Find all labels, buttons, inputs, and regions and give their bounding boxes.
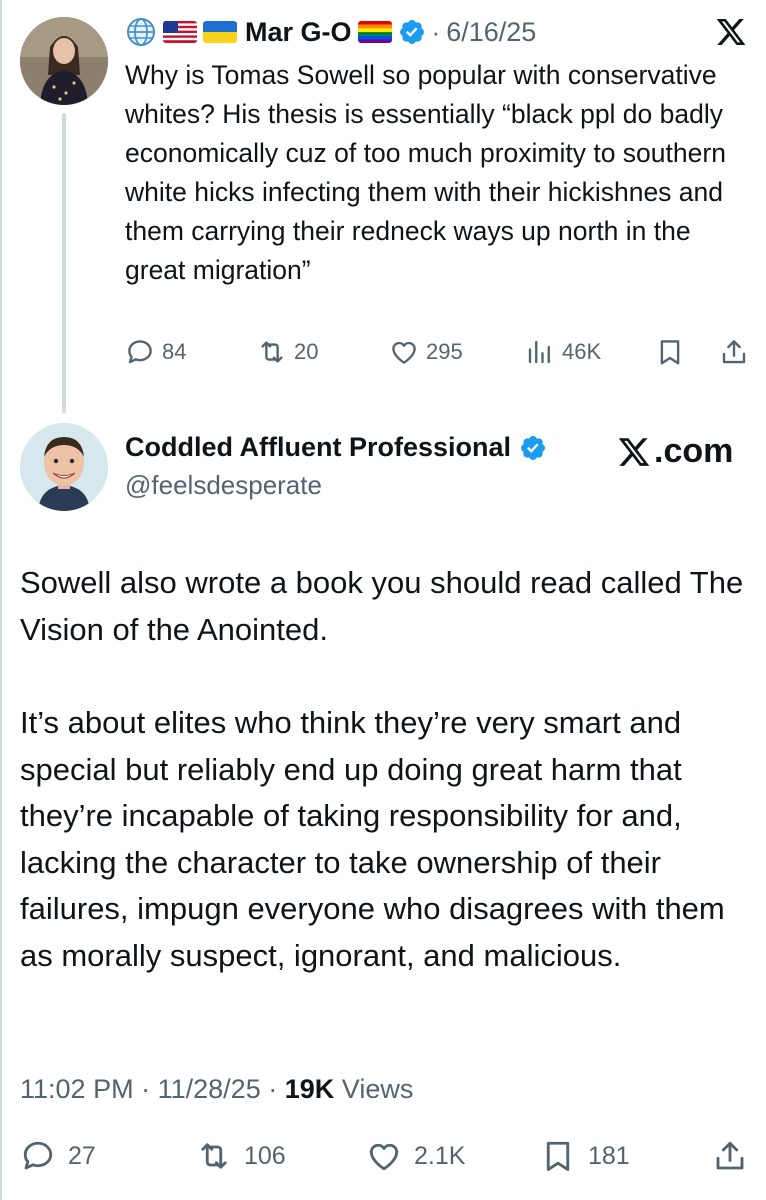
- main-action-bar: 27 106 2.1K 181: [20, 1138, 750, 1182]
- main-author-handle[interactable]: @feelsdesperate: [125, 470, 322, 501]
- parent-view-count: 46K: [562, 339, 602, 364]
- share-icon: [722, 340, 746, 364]
- parent-views-button[interactable]: 46K: [525, 337, 601, 367]
- bookmark-icon: [546, 1141, 570, 1171]
- x-logo-icon: [618, 437, 650, 466]
- verified-badge-icon: [399, 20, 424, 44]
- views-label: Views: [341, 1074, 414, 1104]
- repost-icon: [261, 341, 283, 363]
- reply-icon: [128, 340, 152, 364]
- bookmark-button[interactable]: 181: [540, 1138, 630, 1174]
- reply-button[interactable]: 27: [20, 1138, 96, 1174]
- parent-tweet-date[interactable]: 6/16/25: [446, 17, 536, 48]
- main-author-name[interactable]: Coddled Affluent Professional: [125, 432, 511, 463]
- parent-author-name[interactable]: Mar G-O: [245, 17, 352, 48]
- meta-separator: ·: [141, 1074, 151, 1104]
- heart-icon: [392, 341, 416, 364]
- reply-count: 27: [68, 1141, 96, 1170]
- repost-icon: [201, 1143, 227, 1169]
- main-tweet-meta: 11:02 PM · 11/28/25 · 19K Views: [20, 1074, 413, 1105]
- parent-author-avatar[interactable]: [20, 17, 108, 105]
- bookmark-count: 181: [588, 1141, 630, 1170]
- parent-reply-count: 84: [162, 339, 187, 364]
- parent-tweet-text: Why is Tomas Sowell so popular with cons…: [125, 60, 734, 285]
- repost-button[interactable]: 106: [196, 1138, 286, 1174]
- heart-icon: [369, 1143, 399, 1171]
- tweet-date[interactable]: 11/28/25: [158, 1074, 261, 1104]
- main-author-name-row: Coddled Affluent Professional: [125, 432, 547, 463]
- verified-badge-icon: [521, 435, 545, 460]
- x-logo-icon: [716, 19, 746, 45]
- parent-action-bar: 84 20 295 46K: [125, 337, 755, 377]
- main-author-avatar[interactable]: [20, 423, 108, 511]
- views-count: 19K: [284, 1074, 335, 1104]
- share-button[interactable]: [712, 1138, 748, 1174]
- parent-reply-button[interactable]: 84: [125, 337, 186, 367]
- parent-like-button[interactable]: 295: [389, 337, 463, 367]
- views-chart-icon: [528, 340, 550, 364]
- parent-tweet-header: Mar G-O · 6/16/25: [125, 14, 536, 50]
- parent-like-count: 295: [426, 339, 463, 364]
- rainbow-flag-icon: [357, 21, 392, 43]
- parent-share-button[interactable]: [719, 337, 749, 367]
- ukraine-flag-icon: [203, 21, 237, 43]
- share-icon: [716, 1141, 744, 1170]
- us-flag-icon: [163, 21, 197, 43]
- parent-repost-button[interactable]: 20: [257, 337, 318, 367]
- like-button[interactable]: 2.1K: [366, 1138, 465, 1174]
- reply-icon: [23, 1141, 53, 1170]
- x-com-watermark: .com: [616, 432, 733, 471]
- bookmark-icon: [660, 340, 680, 365]
- watermark-text: .com: [654, 432, 734, 470]
- main-tweet-paragraph: It’s about elites who think they’re very…: [20, 705, 725, 973]
- thread-connector-line: [62, 113, 66, 413]
- header-separator: ·: [431, 16, 441, 47]
- tweet-time[interactable]: 11:02 PM: [20, 1074, 134, 1104]
- globe-icon: [127, 18, 155, 46]
- meta-separator: ·: [268, 1074, 278, 1104]
- repost-count: 106: [244, 1141, 286, 1170]
- parent-repost-count: 20: [294, 339, 319, 364]
- like-count: 2.1K: [414, 1141, 466, 1170]
- parent-bookmark-button[interactable]: [655, 337, 685, 367]
- main-tweet-paragraph: Sowell also wrote a book you should read…: [20, 565, 744, 647]
- tweet-screenshot: Mar G-O · 6/16/25 Why is Tomas Sowell so…: [0, 0, 766, 1200]
